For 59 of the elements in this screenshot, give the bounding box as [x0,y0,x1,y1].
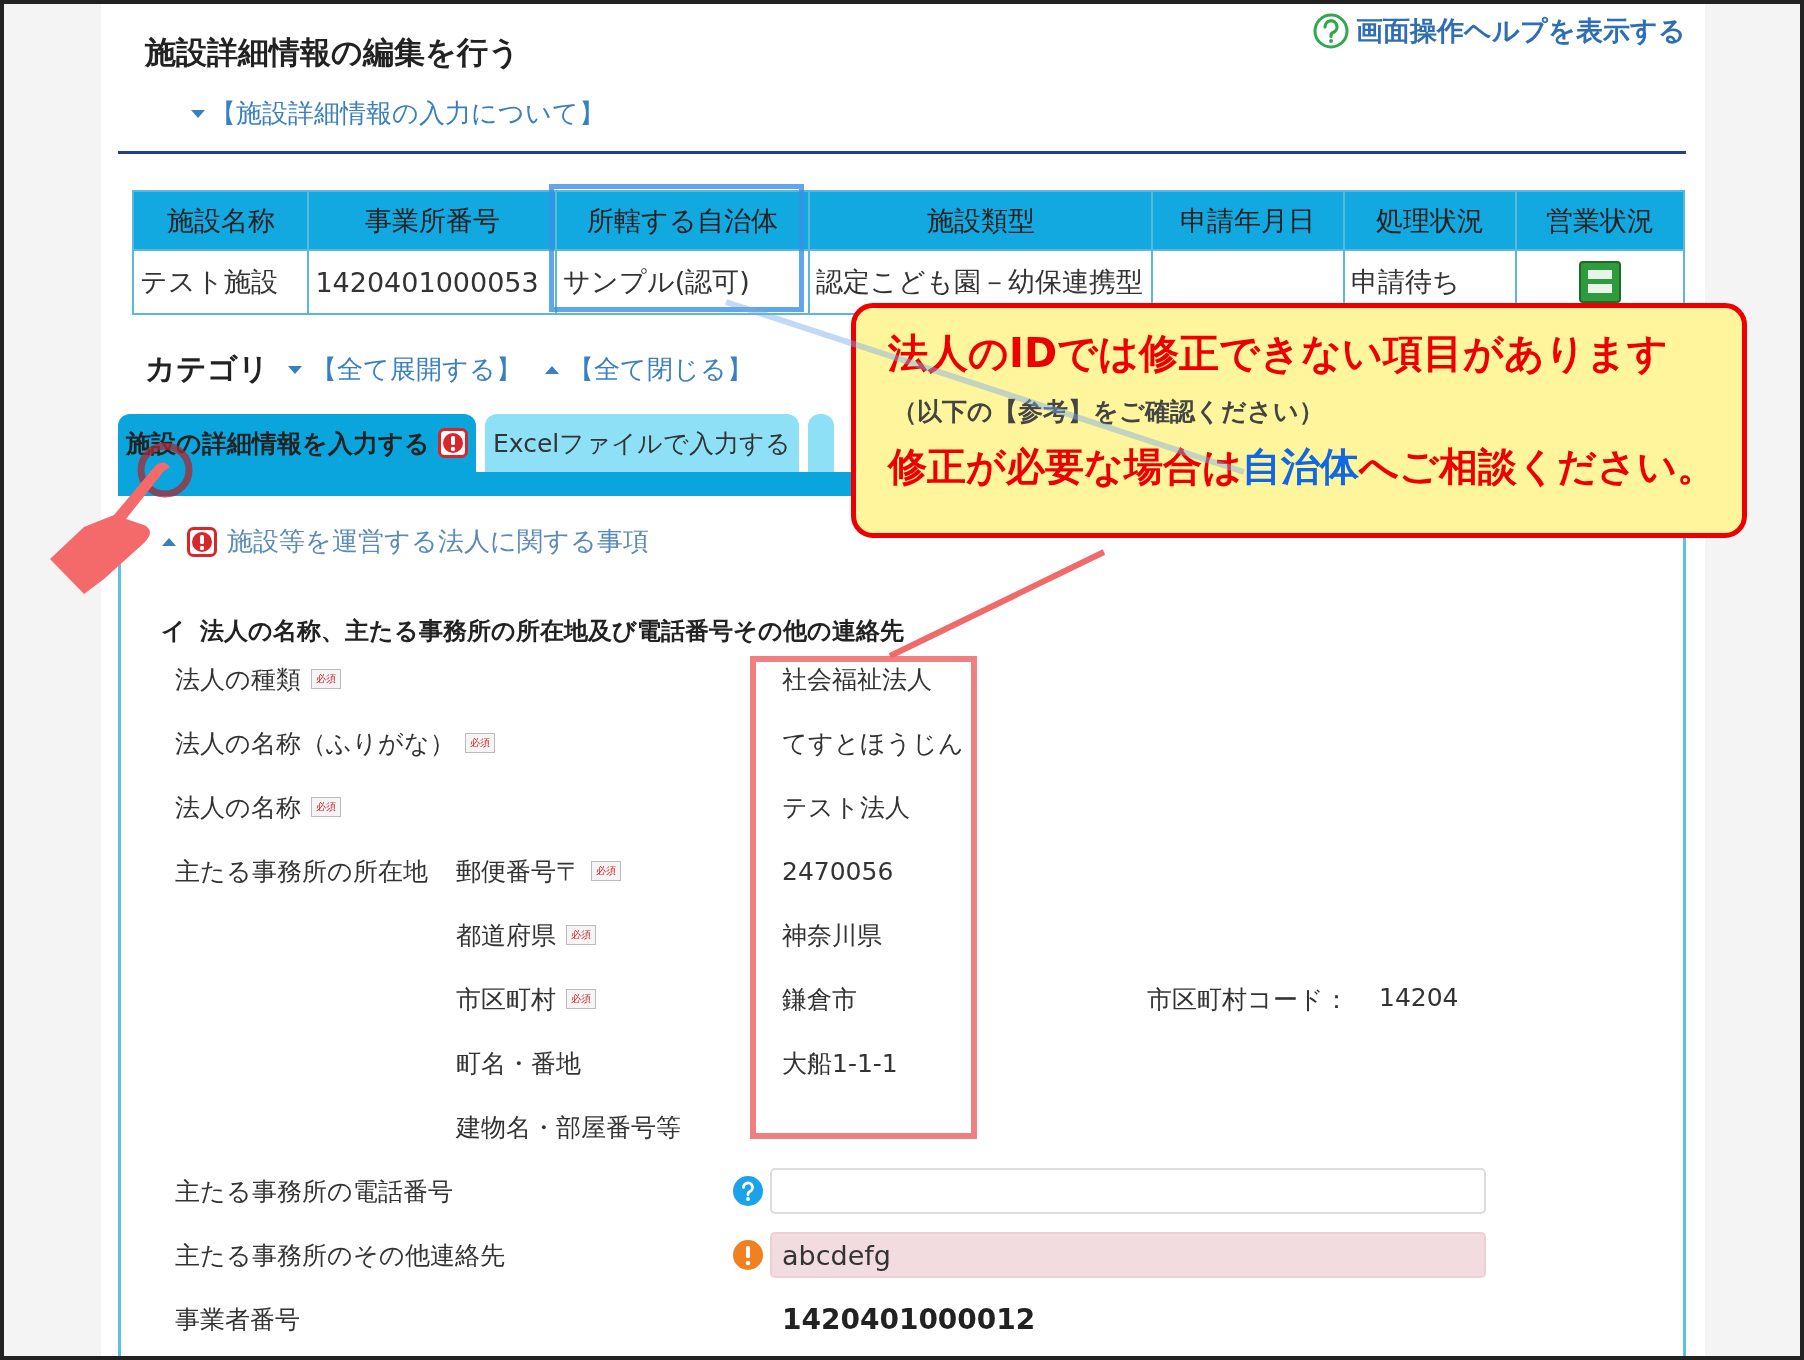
collapse-all-link[interactable]: 【全て閉じる】 [568,352,753,387]
field-label: 主たる事務所の電話番号 [175,1175,453,1208]
field-value: 大船1-1-1 [781,1047,899,1080]
category-label: カテゴリ [145,350,269,388]
required-badge: 必須 [311,669,341,689]
required-badge: 必須 [311,797,341,817]
field-label: 法人の種類 [175,663,301,696]
section-marker: イ [161,616,186,647]
required-badge: 必須 [566,989,596,1009]
field-value: テスト法人 [781,791,911,824]
tab[interactable]: Excelファイルで入力する [485,414,800,472]
caret-down-icon [190,107,206,120]
section-heading: 法人の名称、主たる事務所の所在地及び電話番号その他の連絡先 [200,616,904,647]
code-label: 市区町村コード： [1147,983,1349,1016]
table-cell: テスト施設 [133,250,309,314]
input-field[interactable]: abcdefg [770,1232,1486,1278]
field-label: 法人の名称（ふりがな） [175,727,455,760]
field-value: 1420401000012 [781,1302,1036,1336]
column-header: 施設類型 [809,191,1152,250]
required-badge: 必須 [591,861,621,881]
field-label: 都道府県 [456,919,556,952]
input-field[interactable] [770,1168,1486,1214]
field-label: 建物名・部屋番号等 [456,1111,681,1144]
field-value: てすとほうじん [781,727,965,760]
table-cell: サンプル(認可) [555,250,810,314]
table-cell: 1420401000053 [308,250,556,314]
field-value: 社会福祉法人 [781,663,933,696]
tab[interactable] [808,414,835,472]
callout-note: （以下の【参考】をご確認ください） [892,396,1325,428]
code-value: 14204 [1379,982,1459,1014]
required-badge: 必須 [566,925,596,945]
field-label: 市区町村 [456,983,556,1016]
field-label: 法人の名称 [175,791,301,824]
column-header: 事業所番号 [308,191,556,250]
callout-message: 修正が必要な場合は自治体へご相談ください。 [888,443,1717,491]
help-link[interactable]: 画面操作ヘルプを表示する [1312,12,1686,50]
field-label: 事業者番号 [175,1303,300,1336]
column-header: 所轄する自治体 [555,191,810,250]
expand-all-link[interactable]: 【全て展開する】 [311,352,522,387]
field-label: 郵便番号〒 [456,855,581,888]
field-label: 主たる事務所の所在地 [175,855,428,888]
help-icon[interactable] [732,1175,764,1207]
field-value: 鎌倉市 [781,983,858,1016]
field-value: 神奈川県 [781,919,883,952]
column-header: 営業状況 [1515,191,1684,250]
page-title: 施設詳細情報の編集を行う [145,33,520,72]
section-link[interactable]: 施設等を運営する法人に関する事項 [227,524,649,559]
field-label: 主たる事務所のその他連絡先 [175,1239,505,1272]
field-label: 町名・番地 [456,1047,581,1080]
required-badge: 必須 [465,733,495,753]
column-header: 処理状況 [1343,191,1516,250]
field-value: 2470056 [781,856,895,886]
column-header: 申請年月日 [1151,191,1344,250]
caret-down-icon [287,363,303,376]
info-link[interactable]: 【施設詳細情報の入力について】 [190,96,1686,131]
status-icon [1578,261,1621,303]
callout-heading: 法人のIDでは修正できない項目があります [888,329,1670,378]
column-header: 施設名称 [133,191,309,250]
help-icon [1312,12,1350,50]
